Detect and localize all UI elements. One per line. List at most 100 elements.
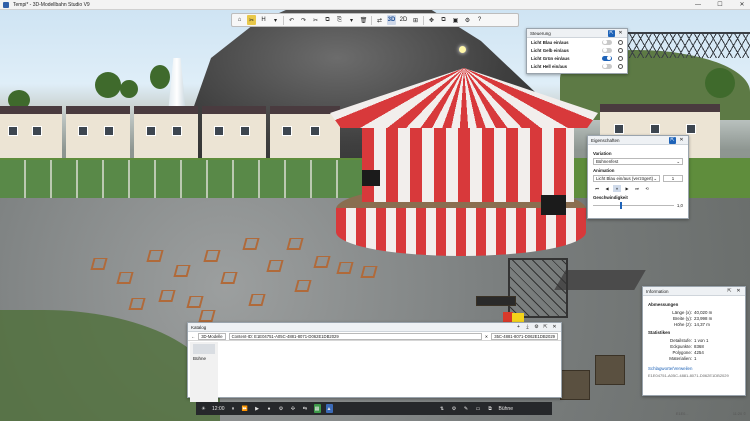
signal-icon[interactable]: ✣ bbox=[290, 404, 297, 413]
radio-button[interactable] bbox=[618, 63, 623, 69]
grid-icon[interactable]: ⊞ bbox=[411, 15, 420, 25]
properties-body: Variation Bühnenfest ⌄ Animation Licht B… bbox=[588, 145, 688, 212]
train-icon[interactable]: ⚙ bbox=[278, 404, 285, 413]
eigenschaften-panel: Eigenschaften ⇱ ✕ Variation Bühnenfest ⌄… bbox=[587, 135, 689, 219]
pause-icon[interactable]: ⏸ bbox=[613, 185, 621, 192]
paste-icon[interactable]: ⎘ bbox=[335, 15, 344, 25]
undo-icon[interactable]: ↶ bbox=[287, 15, 296, 25]
tags-link[interactable]: Schlagworte/Verweilen bbox=[648, 366, 740, 371]
home-icon[interactable]: ⌂ bbox=[235, 15, 244, 25]
layers-icon[interactable]: ⧉ bbox=[439, 15, 448, 25]
lighting-truss bbox=[508, 258, 568, 318]
pin-icon[interactable]: ⇱ bbox=[669, 136, 676, 144]
speaker bbox=[362, 170, 380, 186]
gear-icon[interactable]: ⚙ bbox=[451, 404, 458, 413]
view-2d-button[interactable]: 2D bbox=[399, 15, 408, 25]
terrain-toggle-button[interactable]: ▲ bbox=[325, 404, 333, 413]
skip-end-icon[interactable]: ⏭ bbox=[633, 185, 641, 192]
tools-icon[interactable]: ✂ bbox=[247, 15, 256, 25]
copy-icon[interactable]: ⧉ bbox=[323, 15, 332, 25]
play-icon[interactable]: ▶ bbox=[254, 404, 261, 413]
play-icon[interactable]: ▶ bbox=[623, 185, 631, 192]
bottom-bar: ☀ 12:00 ⏸ ⏩ ▶ ● ⚙ ✣ ⇆ ▦ ▲ ⇅ ⚙ ✎ ▭ ⧉ Bühn… bbox=[196, 402, 552, 415]
view-3d-button[interactable]: 3D bbox=[387, 15, 396, 25]
control-row[interactable]: Licht Grün ein/aus bbox=[527, 54, 627, 62]
animation-controls: ⏮ ◀ ⏸ ▶ ⏭ ⟲ bbox=[593, 185, 683, 192]
shuffle-icon[interactable]: ⇆ bbox=[302, 404, 309, 413]
download-icon[interactable]: ⤓ bbox=[524, 324, 531, 331]
settings-icon[interactable]: ⚙ bbox=[533, 324, 540, 331]
info-value: 4254 bbox=[694, 349, 704, 355]
slider-thumb[interactable] bbox=[619, 202, 622, 209]
radio-button[interactable] bbox=[618, 47, 623, 53]
toggle-switch[interactable] bbox=[602, 55, 612, 61]
catalog-item-icon[interactable] bbox=[193, 344, 215, 354]
close-icon[interactable]: ✕ bbox=[617, 30, 624, 37]
add-icon[interactable]: + bbox=[515, 324, 522, 331]
help-icon[interactable]: ? bbox=[475, 15, 484, 25]
radio-button[interactable] bbox=[618, 39, 623, 45]
animation-count[interactable]: 1 bbox=[663, 175, 683, 182]
pause-icon[interactable]: ⏸ bbox=[230, 404, 237, 413]
toggle-switch[interactable] bbox=[602, 63, 612, 69]
pin-icon[interactable]: ⇱ bbox=[542, 324, 549, 331]
pin-icon[interactable]: ⇱ bbox=[726, 288, 733, 295]
layers-icon[interactable]: ⧉ bbox=[487, 404, 494, 413]
pin-icon[interactable]: ⇱ bbox=[608, 29, 615, 37]
panel-header: Steuerung ⇱ ✕ bbox=[527, 29, 627, 38]
chevron-down-icon[interactable]: ▾ bbox=[271, 15, 280, 25]
speed-slider[interactable]: 1,0 bbox=[593, 202, 683, 209]
close-button[interactable]: ✕ bbox=[738, 1, 746, 9]
source-select[interactable]: 3D-Modelle bbox=[198, 332, 226, 340]
clear-icon[interactable]: ✕ bbox=[485, 334, 489, 339]
animation-select[interactable]: Licht Blau ein/aus (verzögert) ⌄ bbox=[593, 175, 660, 182]
play-reverse-icon[interactable]: ◀ bbox=[603, 185, 611, 192]
radio-button[interactable] bbox=[618, 55, 623, 61]
catalog-search-bar: ← 3D-Modelle Content-ID: E1E04751-A05C-4… bbox=[188, 332, 561, 341]
camera-icon[interactable]: ▣ bbox=[451, 15, 460, 25]
info-row: Polygone: 4254 bbox=[648, 349, 740, 355]
select-icon[interactable]: ▭ bbox=[475, 404, 482, 413]
control-label: Licht Grün ein/aus bbox=[531, 55, 570, 61]
control-row[interactable]: Licht Gelb ein/aus bbox=[527, 46, 627, 54]
tent-wall bbox=[362, 122, 574, 202]
close-icon[interactable]: ✕ bbox=[735, 288, 742, 295]
info-key: Breite (y): bbox=[672, 315, 692, 321]
levels-icon[interactable]: ⇅ bbox=[439, 404, 446, 413]
back-icon[interactable]: ← bbox=[191, 334, 195, 339]
variation-select[interactable]: Bühnenfest ⌄ bbox=[593, 158, 683, 165]
chevron-down-icon[interactable]: ▾ bbox=[347, 15, 356, 25]
info-key: Höhe (z): bbox=[673, 321, 692, 327]
move-icon[interactable]: ✥ bbox=[427, 15, 436, 25]
selected-object-label: Bühne bbox=[498, 405, 513, 412]
control-row[interactable]: Licht Hell ein/aus bbox=[527, 62, 627, 70]
sun-icon[interactable]: ☀ bbox=[200, 404, 207, 413]
swap-icon[interactable]: ⇄ bbox=[375, 15, 384, 25]
tree bbox=[120, 80, 138, 98]
house bbox=[202, 106, 266, 160]
settings-icon[interactable]: ⚙ bbox=[463, 15, 472, 25]
result-id: 35C-4881-8071-D062E1DB2029 bbox=[491, 332, 558, 340]
redo-icon[interactable]: ↷ bbox=[299, 15, 308, 25]
loop-icon[interactable]: ⟲ bbox=[643, 185, 651, 192]
close-icon[interactable]: ✕ bbox=[678, 137, 685, 144]
close-icon[interactable]: ✕ bbox=[551, 324, 558, 331]
catalog-toggle-button[interactable]: ▦ bbox=[313, 404, 321, 413]
search-input[interactable]: Content-ID: E1E04751-A05C-4881-8071-D062… bbox=[228, 332, 482, 340]
brush-icon[interactable]: ✎ bbox=[463, 404, 470, 413]
window-title: Tempi* - 3D-Modellbahn Studio V9 bbox=[13, 1, 90, 8]
house bbox=[66, 106, 130, 160]
cut-icon[interactable]: ✂ bbox=[311, 15, 320, 25]
record-icon[interactable]: ● bbox=[266, 404, 273, 413]
delete-icon[interactable]: 🗑 bbox=[359, 15, 368, 25]
minimize-button[interactable]: — bbox=[694, 1, 702, 9]
skip-start-icon[interactable]: ⏮ bbox=[593, 185, 601, 192]
fast-forward-icon[interactable]: ⏩ bbox=[242, 404, 249, 413]
toggle-switch[interactable] bbox=[602, 47, 612, 53]
app-icon bbox=[3, 1, 9, 8]
control-row[interactable]: Licht Blau ein/aus bbox=[527, 38, 627, 46]
catalog-item-label[interactable]: Bühne bbox=[193, 356, 215, 361]
toggle-switch[interactable] bbox=[602, 39, 612, 45]
maximize-button[interactable]: ☐ bbox=[716, 1, 724, 9]
height-tool-icon[interactable]: H bbox=[259, 15, 268, 25]
